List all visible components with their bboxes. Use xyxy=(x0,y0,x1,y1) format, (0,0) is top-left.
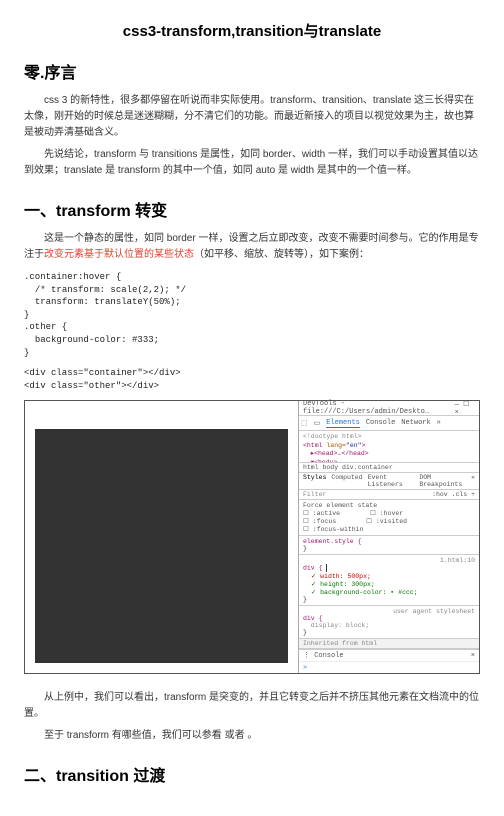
dom-line: <html lang="en"> xyxy=(303,442,475,450)
devtools-window-title: DevTools - file:///C:/Users/admin/Deskto… xyxy=(303,400,455,416)
console-close-icon[interactable]: × xyxy=(471,652,475,660)
rule1-source[interactable]: 1.html:10 xyxy=(303,557,475,564)
styles-more-icon[interactable]: » xyxy=(471,474,475,488)
code-block-css: .container:hover { /* transform: scale(2… xyxy=(24,271,480,359)
force-visited[interactable]: ☐ :visited xyxy=(366,517,407,525)
demo-other-box xyxy=(35,429,288,663)
force-state-title: Force element state xyxy=(303,502,475,509)
console-drawer-icon[interactable]: ⋮ xyxy=(303,652,310,660)
devtools-titlebar: DevTools - file:///C:/Users/admin/Deskto… xyxy=(299,401,479,416)
tab-dom-breakpoints[interactable]: DOM Breakpoints xyxy=(419,474,466,488)
s0-p2: 先说结论，transform 与 transitions 是属性，如同 bord… xyxy=(24,147,480,179)
s1-p1c: （如平移、缩放、旋转等），如下案例： xyxy=(194,249,369,260)
demo-render-area xyxy=(25,401,298,673)
force-focus[interactable]: ☐ :focus xyxy=(303,517,336,525)
tab-network[interactable]: Network xyxy=(401,419,430,427)
rule2-source: user agent stylesheet xyxy=(303,608,475,615)
rule1-block[interactable]: 1.html:10 div { ✓ width: 500px; ✓ height… xyxy=(299,555,479,606)
console-prompt-icon: > xyxy=(303,664,307,671)
inherited-from: Inherited from html xyxy=(299,639,479,649)
dom-line: ▸<head>…</head> xyxy=(303,450,475,458)
tab-event-listeners[interactable]: Event Listeners xyxy=(368,474,415,488)
tab-computed[interactable]: Computed xyxy=(331,474,362,488)
styles-filter-row: Filter :hov .cls + xyxy=(299,490,479,500)
devtools-main-tabs: ⬚ ▭ Elements Console Network » xyxy=(299,416,479,431)
hov-cls-controls[interactable]: :hov .cls + xyxy=(432,491,475,498)
s1-p2: 从上例中，我们可以看出，transform 是突变的，并且它转变之后并不挤压其他… xyxy=(24,690,480,722)
s1-p3: 至于 transform 有哪些值，我们可以参看 或者 。 xyxy=(24,728,480,744)
maximize-icon[interactable]: ☐ xyxy=(463,401,469,409)
device-icon[interactable]: ▭ xyxy=(314,419,321,428)
section-0-heading: 零.序言 xyxy=(24,59,480,83)
inspect-icon[interactable]: ⬚ xyxy=(301,419,308,428)
force-focus-within[interactable]: ☐ :focus-within xyxy=(303,525,363,533)
s1-p1: 这是一个静态的属性，如同 border 一样，设置之后立即改变，改变不需要时间参… xyxy=(24,231,480,263)
styles-tabs: Styles Computed Event Listeners DOM Brea… xyxy=(299,473,479,490)
console-drawer-header[interactable]: ⋮ Console × xyxy=(299,649,479,661)
tabs-more-icon[interactable]: » xyxy=(437,419,441,427)
element-style-block[interactable]: element.style { } xyxy=(299,536,479,555)
tab-elements[interactable]: Elements xyxy=(326,419,360,428)
force-active[interactable]: ☐ :active xyxy=(303,509,340,517)
demo-figure: DevTools - file:///C:/Users/admin/Deskto… xyxy=(24,400,480,674)
force-hover[interactable]: ☐ :hover xyxy=(370,509,403,517)
filter-input[interactable]: Filter xyxy=(303,491,326,498)
section-2-heading: 二、transition 过渡 xyxy=(24,762,480,786)
section-1-heading: 一、transform 转变 xyxy=(24,197,480,221)
force-state-block: Force element state ☐ :active ☐ :hover ☐… xyxy=(299,500,479,536)
console-body[interactable]: > xyxy=(299,661,479,673)
dom-breadcrumb[interactable]: html body div.container xyxy=(299,462,479,473)
minimize-icon[interactable]: — xyxy=(455,401,459,409)
s0-p1: css 3 的新特性，很多都停留在听说而非实际使用。transform、tran… xyxy=(24,93,480,141)
text-cursor-icon xyxy=(326,564,327,572)
tab-styles[interactable]: Styles xyxy=(303,474,326,488)
devtools-panel: DevTools - file:///C:/Users/admin/Deskto… xyxy=(298,401,479,673)
page-title: css3-transform,transition与translate xyxy=(24,20,480,41)
dom-tree[interactable]: <!doctype html> <html lang="en"> ▸<head>… xyxy=(299,431,479,462)
s1-p1b-highlight: 改变元素基于默认位置的某些状态 xyxy=(44,249,194,260)
dom-line: <!doctype html> xyxy=(303,433,475,441)
window-controls: — ☐ × xyxy=(455,400,475,417)
tab-console[interactable]: Console xyxy=(366,419,395,427)
code-block-html: <div class="container"></div> <div class… xyxy=(24,367,480,392)
rule2-block[interactable]: user agent stylesheet div { display: blo… xyxy=(299,606,479,639)
